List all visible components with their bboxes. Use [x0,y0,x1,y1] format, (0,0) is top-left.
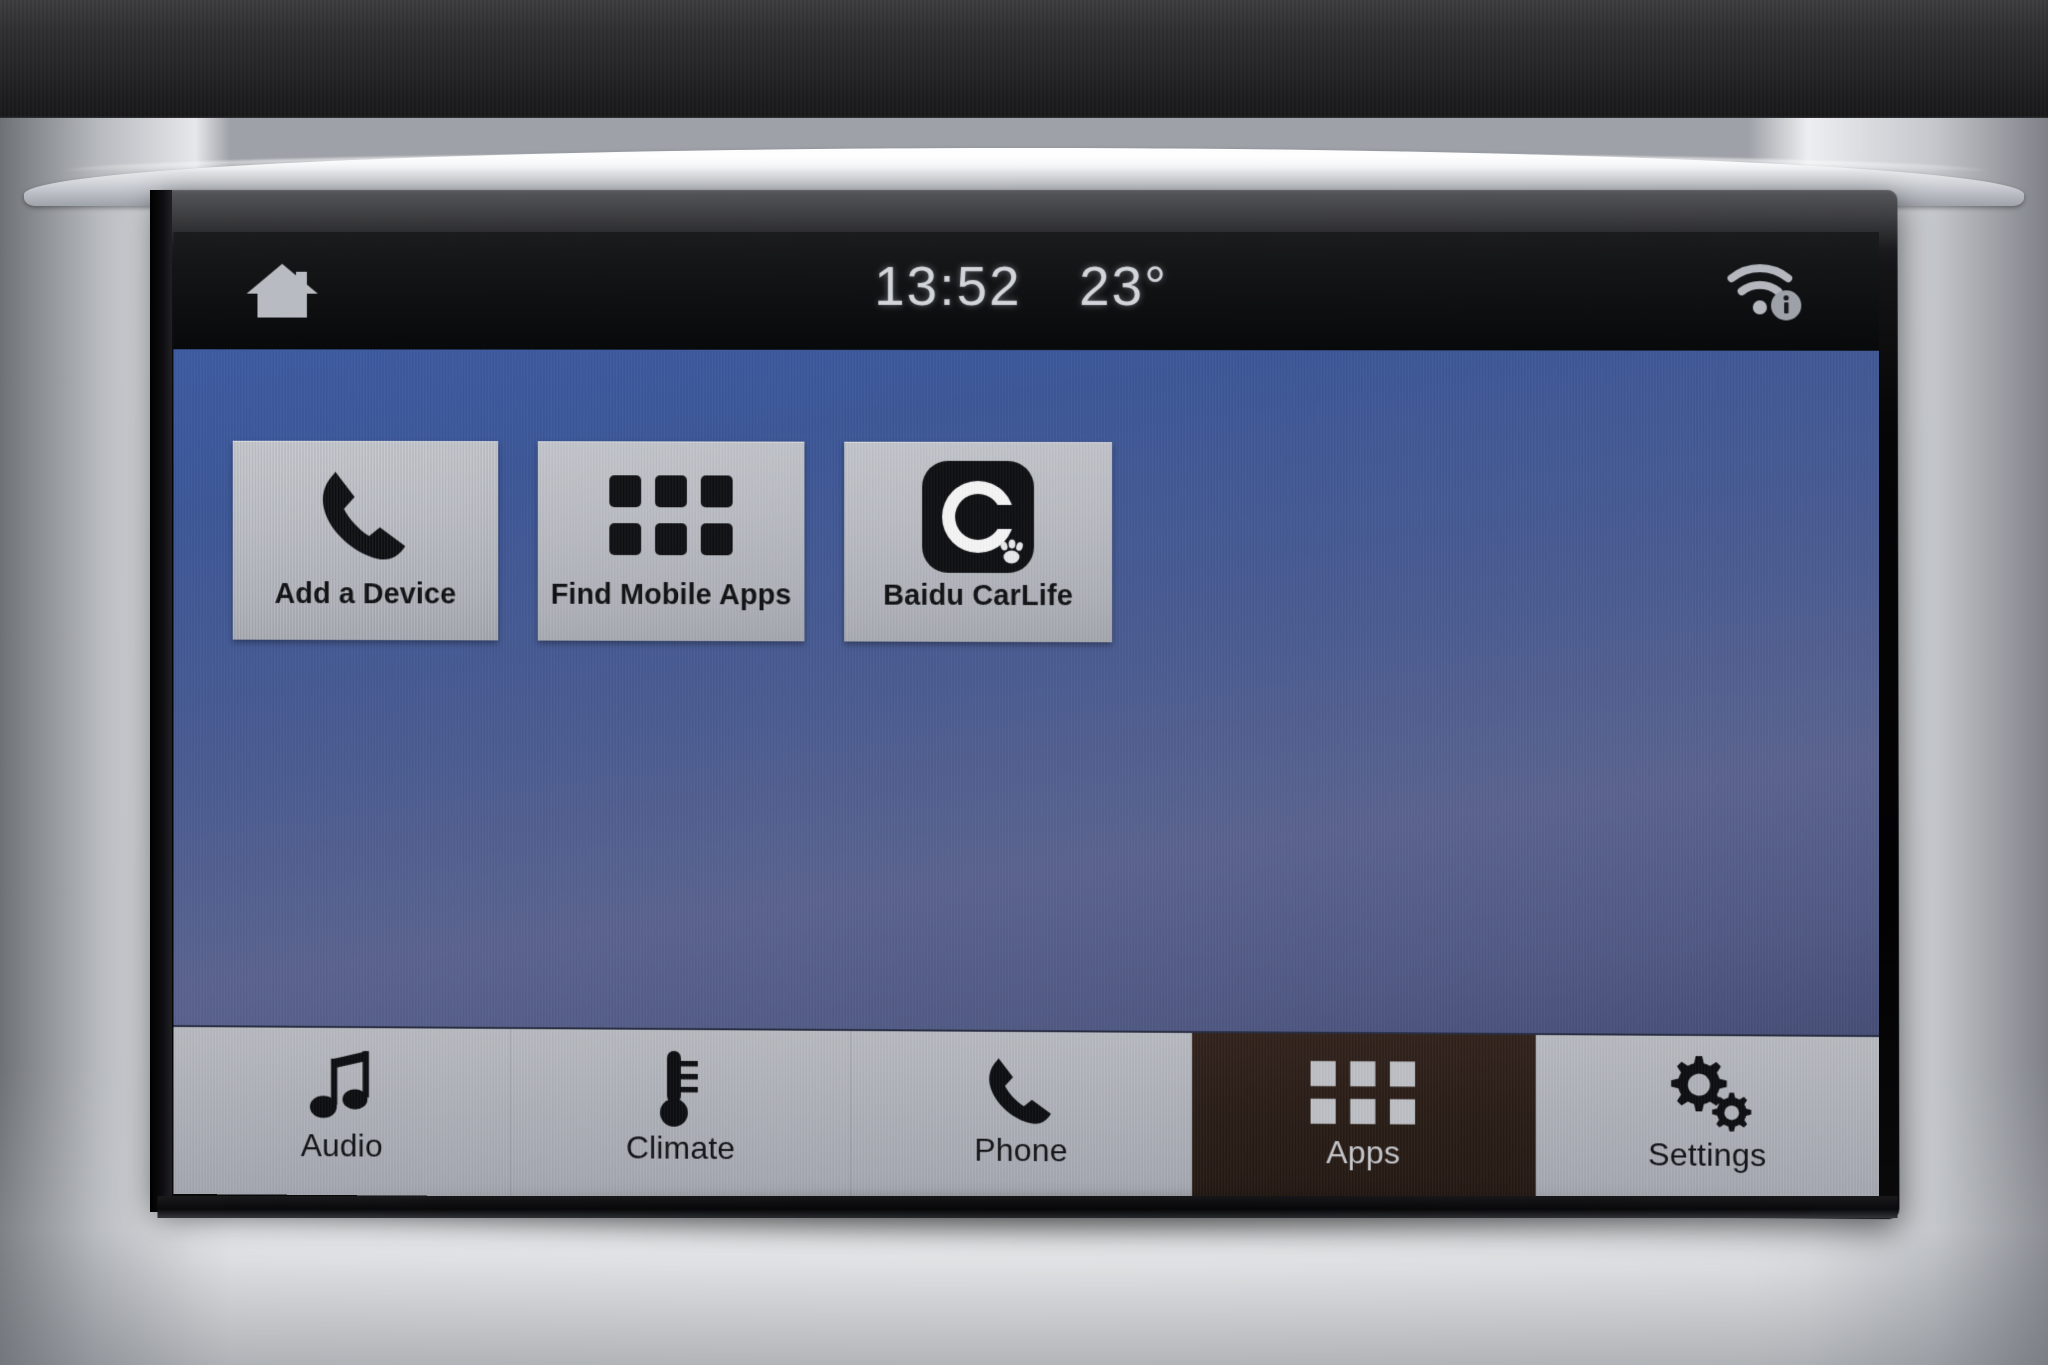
nav-label: Apps [1326,1134,1401,1171]
display-drop-shadow [120,1200,1920,1260]
apps-grid-icon [1310,1052,1416,1135]
tile-label: Add a Device [274,578,457,611]
tile-label: Find Mobile Apps [550,578,792,612]
baidu-carlife-icon [922,456,1034,578]
info-badge-icon [1770,290,1802,321]
status-center-readout: 13:52 23° [173,254,1879,319]
nav-item-phone[interactable]: Phone [851,1030,1193,1202]
nav-item-apps[interactable]: Apps [1192,1033,1536,1204]
gears-icon [1661,1054,1754,1137]
thermometer-icon [655,1048,707,1130]
nav-label: Settings [1647,1136,1767,1174]
nav-item-settings[interactable]: Settings [1535,1035,1879,1206]
nav-item-climate[interactable]: Climate [511,1028,852,1199]
status-bar: 13:52 23° [173,232,1880,351]
nav-label: Climate [625,1129,736,1167]
nav-label: Audio [300,1127,383,1164]
bottom-navigation-bar: Audio Climate Phone Apps Settings [173,1025,1880,1207]
phone-handset-icon [981,1050,1061,1133]
phone-handset-icon [312,455,419,577]
tile-label: Baidu CarLife [883,579,1073,613]
apps-content-area: Add a Device Find Mobile Apps Baidu CarL… [173,349,1880,1036]
nav-label: Phone [974,1131,1068,1169]
nav-item-audio[interactable]: Audio [173,1026,512,1197]
apps-grid-icon [609,455,733,577]
temperature-text: 23° [1078,255,1169,318]
tile-find-mobile-apps[interactable]: Find Mobile Apps [537,441,805,642]
display-bezel-left [150,190,172,1213]
tile-add-a-device[interactable]: Add a Device [232,440,499,641]
music-note-icon [310,1046,373,1128]
app-tile-row: Add a Device Find Mobile Apps Baidu CarL… [232,440,1113,643]
tile-baidu-carlife[interactable]: Baidu CarLife [844,441,1113,643]
infotainment-screen[interactable]: 13:52 23° Add a Device Find Mobile Apps … [173,232,1880,1207]
wifi-icon[interactable] [1726,258,1811,324]
clock-text: 13:52 [874,254,1022,318]
car-dashboard: 13:52 23° Add a Device Find Mobile Apps … [0,0,2048,1365]
